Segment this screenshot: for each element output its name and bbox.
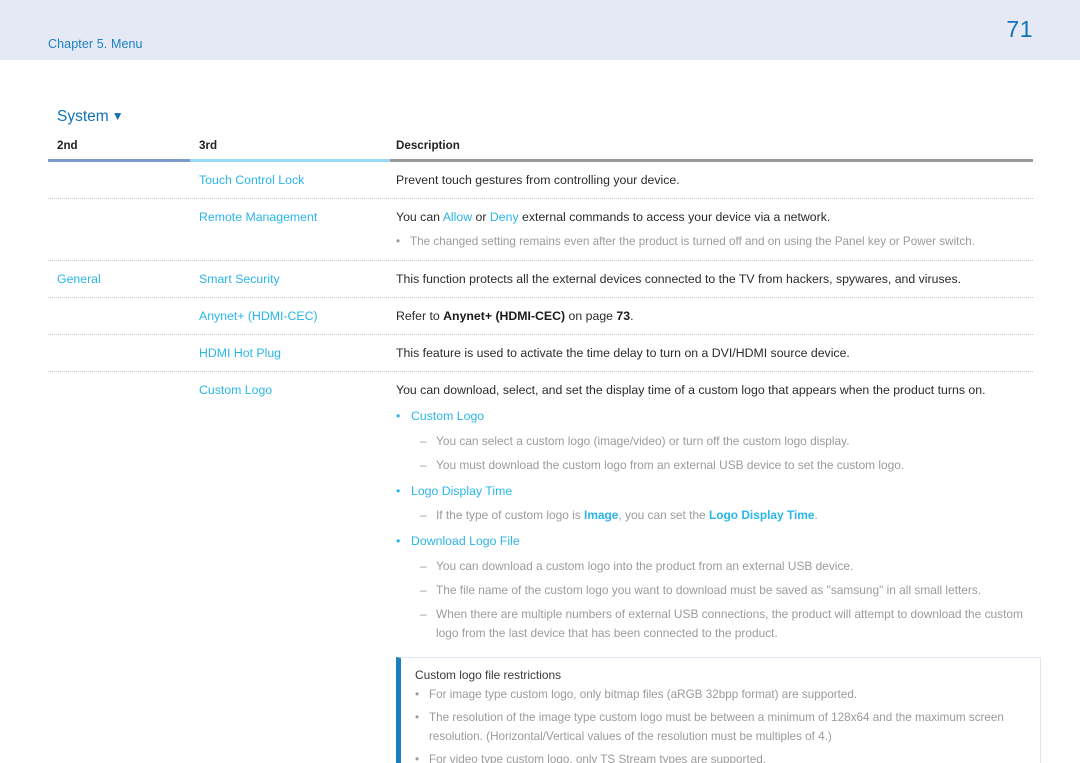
chevron-down-icon: ▼: [111, 109, 124, 123]
sub-section-item: – You must download the custom logo from…: [396, 456, 1041, 475]
sub-section-item-text: You must download the custom logo from a…: [436, 457, 905, 472]
table-row: Custom Logo You can download, select, an…: [48, 372, 1041, 763]
column-header-3rd: 3rd: [199, 139, 218, 152]
callout-title: Custom logo file restrictions: [415, 668, 562, 683]
cell-3rd-label[interactable]: HDMI Hot Plug: [199, 346, 281, 360]
dash-icon: –: [420, 433, 427, 448]
sub-section-item: – If the type of custom logo is Image, y…: [396, 506, 1041, 525]
page-number: 71: [1006, 16, 1033, 42]
cell-2nd: [48, 199, 190, 216]
column-header-2nd: 2nd: [57, 139, 78, 152]
cell-description: You can download, select, and set the di…: [396, 382, 986, 397]
cell-description: This function protects all the external …: [396, 271, 962, 286]
callout-item: • The resolution of the image type custo…: [415, 709, 1026, 747]
cell-2nd-label[interactable]: General: [57, 272, 101, 286]
settings-table: 2nd 3rd Description Touch Control Lock P…: [48, 138, 1041, 763]
table-row: Remote Management You can Allow or Deny …: [48, 199, 1033, 261]
section-heading: System ▼: [57, 108, 124, 126]
cell-2nd: [48, 298, 190, 315]
table-row: General Smart Security This function pro…: [48, 261, 1033, 298]
dash-icon: –: [420, 583, 427, 598]
cell-2nd: [48, 162, 190, 179]
dash-icon: –: [420, 508, 427, 523]
dash-icon: –: [420, 559, 427, 574]
section-title: System: [57, 108, 109, 125]
cell-description: Refer to Anynet+ (HDMI-CEC) on page 73.: [396, 308, 634, 323]
cell-3rd-label[interactable]: Custom Logo: [199, 383, 272, 397]
bullet-icon: •: [415, 753, 420, 763]
table-row: Touch Control Lock Prevent touch gesture…: [48, 162, 1033, 200]
manual-page: Chapter 5. Menu 71 System ▼ 2nd 3rd Descr…: [0, 0, 1080, 763]
sub-section-item-text: You can download a custom logo into the …: [436, 559, 854, 574]
sub-section-heading: • Logo Display Time: [396, 482, 1041, 502]
dash-icon: –: [420, 457, 427, 472]
note-text: The changed setting remains even after t…: [410, 235, 976, 249]
bullet-icon: •: [415, 711, 420, 725]
page-header-band: [0, 0, 1080, 60]
sub-section-title[interactable]: Download Logo File: [411, 532, 520, 552]
cell-description: You can Allow or Deny external commands …: [396, 210, 831, 225]
chapter-label: Chapter 5. Menu: [48, 37, 143, 51]
cell-2nd: [48, 372, 190, 389]
sub-section-item: – The file name of the custom logo you w…: [396, 581, 1041, 600]
bullet-icon: •: [415, 688, 420, 702]
cell-description: This feature is used to activate the tim…: [396, 345, 850, 360]
table-header-row: 2nd 3rd Description: [48, 138, 1033, 159]
callout-item-text: The resolution of the image type custom …: [429, 711, 1004, 744]
callout-item-text: For video type custom logo, only TS Stre…: [429, 753, 766, 763]
sub-section-heading: • Download Logo File: [396, 532, 1041, 552]
table-row: HDMI Hot Plug This feature is used to ac…: [48, 335, 1033, 372]
callout-box: Custom logo file restrictions • For imag…: [396, 657, 1041, 763]
cell-description: Prevent touch gestures from controlling …: [396, 173, 680, 187]
callout-item: • For video type custom logo, only TS St…: [415, 751, 1026, 763]
cell-2nd: [48, 335, 190, 352]
bullet-icon: •: [396, 235, 401, 249]
sub-section-title[interactable]: Logo Display Time: [411, 482, 512, 502]
bullet-icon: •: [396, 483, 401, 498]
sub-section-item-text: If the type of custom logo is Image, you…: [436, 508, 818, 523]
bullet-icon: •: [396, 534, 401, 549]
callout-item-text: For image type custom logo, only bitmap …: [429, 688, 858, 702]
callout-item: • For image type custom logo, only bitma…: [415, 686, 1026, 705]
bullet-icon: •: [396, 409, 401, 423]
sub-section-item: – You can select a custom logo (image/vi…: [396, 432, 1041, 451]
column-header-description: Description: [396, 139, 460, 152]
dash-icon: –: [420, 607, 427, 622]
sub-section-item-text: The file name of the custom logo you wan…: [436, 583, 982, 598]
sub-section-item-text: You can select a custom logo (image/vide…: [436, 433, 850, 448]
cell-3rd-label[interactable]: Remote Management: [199, 210, 317, 224]
cell-3rd-label[interactable]: Touch Control Lock: [199, 173, 304, 187]
note-bullet: • The changed setting remains even after…: [396, 233, 1033, 252]
sub-section-item-text: When there are multiple numbers of exter…: [436, 607, 1023, 641]
table-row: Anynet+ (HDMI-CEC) Refer to Anynet+ (HDM…: [48, 298, 1033, 335]
sub-section-item: – You can download a custom logo into th…: [396, 557, 1041, 576]
sub-section-heading: • Custom Logo: [396, 407, 1041, 427]
sub-section-item: – When there are multiple numbers of ext…: [396, 605, 1041, 643]
sub-section-title[interactable]: Custom Logo: [411, 407, 484, 427]
cell-3rd-label[interactable]: Smart Security: [199, 272, 280, 286]
cell-3rd-label[interactable]: Anynet+ (HDMI-CEC): [199, 309, 318, 323]
